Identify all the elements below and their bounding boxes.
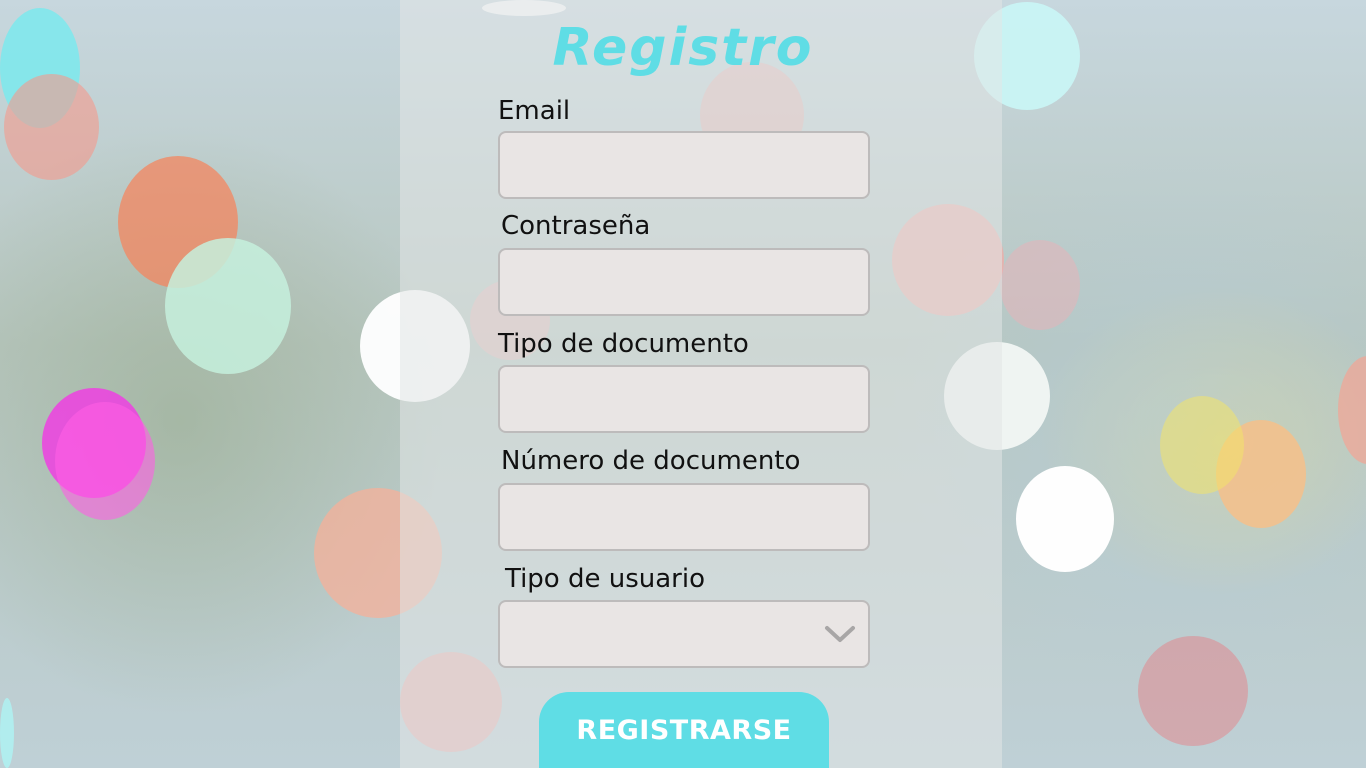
document-type-field[interactable] (498, 365, 870, 433)
bokeh-light (1138, 636, 1248, 746)
bokeh-light (4, 74, 99, 180)
bokeh-light (0, 698, 14, 768)
email-field[interactable] (498, 131, 870, 199)
email-label: Email (498, 96, 571, 126)
chevron-down-icon (825, 626, 855, 642)
password-field[interactable] (498, 248, 870, 316)
bokeh-light (1016, 466, 1114, 572)
bokeh-light (1000, 240, 1080, 330)
bokeh-light (1338, 356, 1366, 464)
bokeh-light (1160, 396, 1244, 494)
password-label: Contraseña (501, 211, 651, 241)
user-type-select[interactable] (498, 600, 870, 668)
bokeh-light (55, 402, 155, 520)
bokeh-light (165, 238, 291, 374)
register-button[interactable]: REGISTRARSE (539, 692, 829, 768)
user-type-label: Tipo de usuario (505, 564, 706, 594)
document-number-label: Número de documento (501, 446, 801, 476)
page-title: Registro (552, 18, 814, 78)
document-type-label: Tipo de documento (498, 329, 749, 359)
document-number-field[interactable] (498, 483, 870, 551)
